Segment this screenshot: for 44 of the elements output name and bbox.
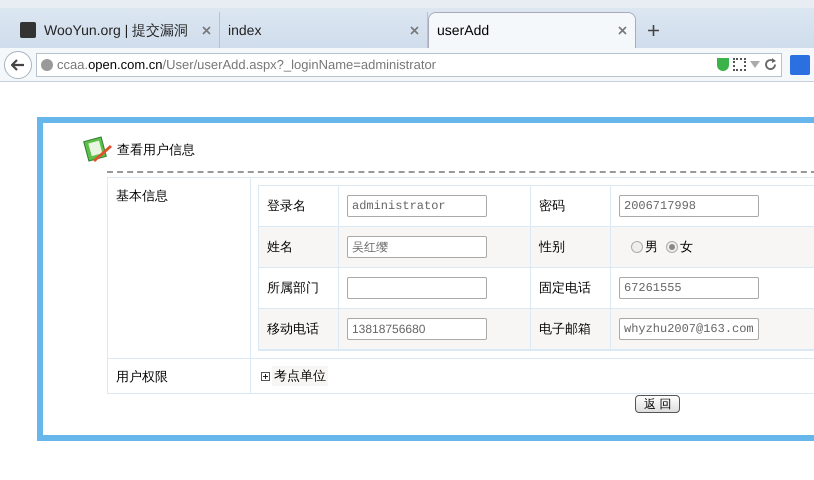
input-field[interactable]: 13818756680: [347, 318, 487, 340]
tab-title: userAdd: [437, 21, 490, 40]
input-field[interactable]: whyzhu2007@163.com: [619, 318, 759, 340]
field-label: 密码: [539, 197, 565, 216]
input-field[interactable]: [347, 277, 487, 299]
notepad-pencil-icon: [83, 136, 113, 164]
tab-title: WooYun.org | 提交漏洞: [44, 20, 190, 40]
radio-label: 男: [645, 238, 658, 256]
back-button[interactable]: 返 回: [635, 395, 680, 413]
site-icon: [20, 22, 36, 38]
expand-icon[interactable]: [261, 372, 270, 380]
qr-code-icon[interactable]: [733, 58, 746, 71]
browser-tab[interactable]: userAdd: [428, 12, 636, 48]
field-label: 性别: [539, 238, 565, 256]
radio-button[interactable]: [666, 241, 678, 253]
field-label: 固定电话: [539, 279, 591, 298]
field-label: 姓名: [267, 238, 293, 256]
field-label: 登录名: [267, 197, 306, 216]
panel-title: 查看用户信息: [117, 141, 195, 160]
back-button[interactable]: [4, 50, 32, 78]
close-icon[interactable]: [410, 26, 419, 34]
reload-icon[interactable]: [764, 58, 777, 71]
new-tab-icon[interactable]: [648, 25, 659, 36]
radio-label: 女: [680, 238, 693, 256]
input-field[interactable]: 吴红缨: [347, 236, 487, 258]
tree-item[interactable]: 考点单位: [272, 366, 328, 386]
radio-button[interactable]: [631, 241, 643, 253]
field-label: 所属部门: [267, 279, 319, 298]
dropdown-icon[interactable]: [750, 61, 760, 68]
address-field[interactable]: ccaa.open.com.cn/User/userAdd.aspx?_loginName=administrator: [36, 52, 782, 76]
shield-icon: [717, 58, 729, 71]
input-field[interactable]: 67261555: [619, 277, 759, 299]
tab-title: index: [228, 20, 262, 40]
section-label: 基本信息: [116, 188, 168, 203]
field-label: 电子邮箱: [539, 320, 591, 338]
close-icon[interactable]: [202, 26, 211, 34]
close-icon[interactable]: [618, 26, 627, 35]
url-text: ccaa.open.com.cn/User/userAdd.aspx?_loginName=administrator: [57, 56, 438, 74]
field-label: 移动电话: [267, 320, 319, 338]
section-label: 用户权限: [116, 369, 168, 384]
input-field[interactable]: administrator: [347, 195, 487, 217]
globe-icon: [41, 58, 53, 70]
back-arrow-icon: [11, 58, 25, 70]
input-field[interactable]: 2006717998: [619, 195, 759, 217]
